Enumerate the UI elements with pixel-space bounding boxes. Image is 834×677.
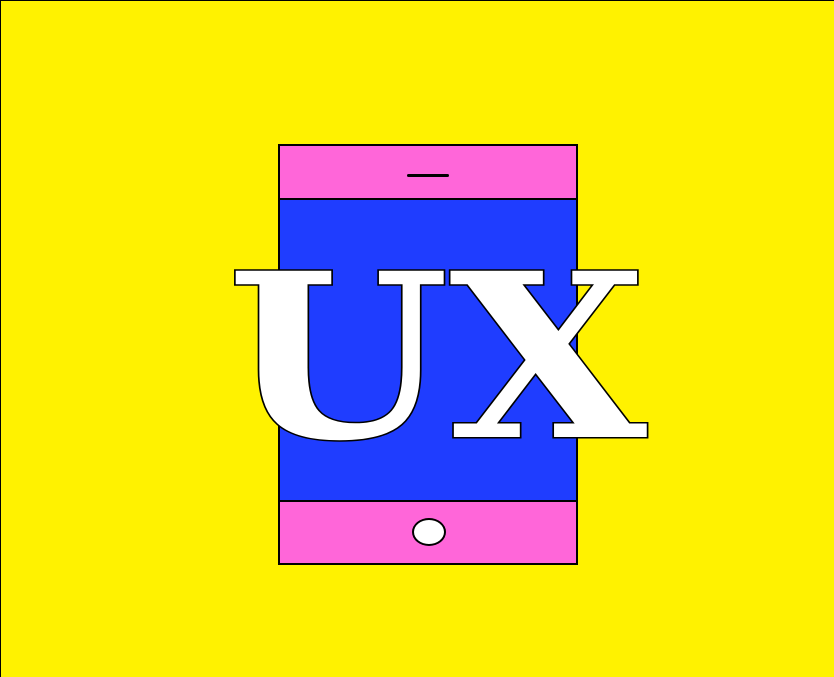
ux-title-text: UX [227,223,647,491]
tablet-top-bezel [280,146,576,200]
ux-title: UX [226,222,649,493]
home-button-icon [412,518,446,546]
speaker-slot-icon [407,174,449,177]
tablet-bottom-bezel [280,500,576,563]
illustration-canvas: UX [0,0,834,677]
